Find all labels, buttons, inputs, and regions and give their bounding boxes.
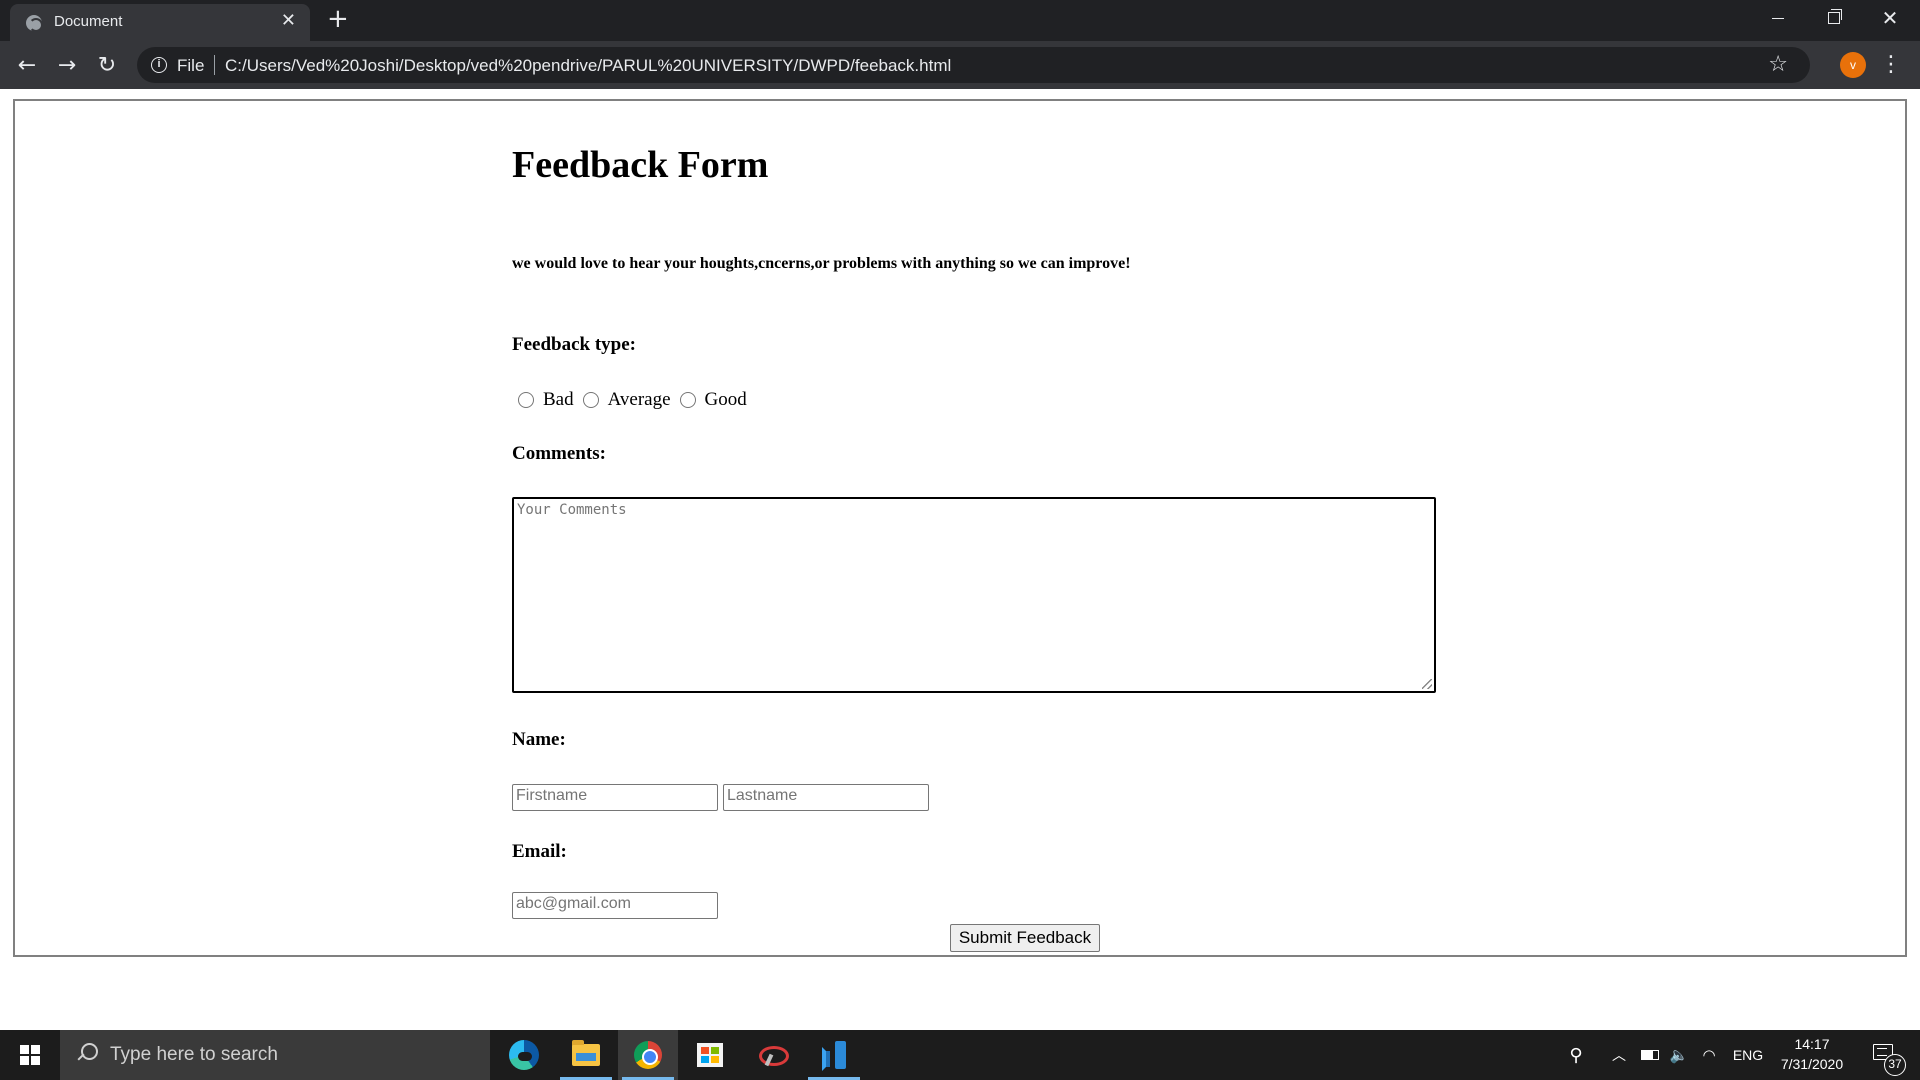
feedback-type-label: Feedback type: bbox=[512, 334, 637, 355]
comments-textarea[interactable]: Your Comments bbox=[512, 497, 1436, 693]
taskbar-file-explorer[interactable] bbox=[556, 1030, 616, 1080]
page-title: Feedback Form bbox=[512, 144, 769, 186]
edge-icon bbox=[509, 1040, 539, 1070]
microsoft-store-icon bbox=[697, 1043, 723, 1067]
notification-count-badge: 37 bbox=[1884, 1054, 1906, 1076]
taskbar-chrome[interactable] bbox=[618, 1030, 678, 1080]
tab-title: Document bbox=[54, 13, 123, 30]
page-border-frame: Feedback Form we would love to hear your… bbox=[13, 99, 1907, 957]
chrome-icon bbox=[634, 1041, 662, 1069]
start-button[interactable] bbox=[0, 1030, 60, 1080]
close-tab-icon[interactable]: ✕ bbox=[281, 11, 296, 31]
name-label: Name: bbox=[512, 729, 566, 750]
taskbar-search[interactable]: Type here to search bbox=[60, 1030, 490, 1080]
minimize-icon bbox=[1772, 17, 1784, 19]
radio-bad-label[interactable]: Bad bbox=[543, 389, 574, 411]
radio-good-label[interactable]: Good bbox=[705, 389, 747, 411]
vscode-icon bbox=[820, 1041, 848, 1069]
address-bar[interactable]: i File C:/Users/Ved%20Joshi/Desktop/ved%… bbox=[137, 47, 1810, 83]
windows-taskbar: Type here to search ⚲ ︿ 🔈 ◠ ENG 14:17 7/… bbox=[0, 1030, 1920, 1080]
feedback-type-options: Bad Average Good bbox=[518, 388, 756, 412]
restore-icon bbox=[1828, 9, 1842, 24]
star-icon[interactable]: ☆ bbox=[1768, 52, 1788, 77]
radio-bad[interactable] bbox=[518, 392, 534, 408]
browser-tab-strip: Document ✕ + ✕ bbox=[0, 0, 1920, 41]
reload-icon: ↻ bbox=[97, 52, 117, 78]
close-window-button[interactable]: ✕ bbox=[1862, 0, 1918, 36]
submit-feedback-button[interactable]: Submit Feedback bbox=[950, 924, 1100, 952]
back-icon: ← bbox=[17, 52, 37, 78]
firstname-input[interactable]: Firstname bbox=[512, 784, 718, 811]
email-label: Email: bbox=[512, 841, 567, 862]
comments-label: Comments: bbox=[512, 443, 606, 464]
close-icon: ✕ bbox=[1881, 6, 1899, 30]
address-url[interactable]: C:/Users/Ved%20Joshi/Desktop/ved%20pendr… bbox=[225, 56, 951, 76]
address-separator bbox=[214, 55, 215, 75]
taskbar-edge[interactable] bbox=[494, 1030, 554, 1080]
taskbar-microsoft-store[interactable] bbox=[680, 1030, 740, 1080]
clock-time: 14:17 bbox=[1794, 1036, 1830, 1052]
wifi-icon[interactable]: ◠ bbox=[1698, 1030, 1720, 1080]
reload-button[interactable]: ↻ bbox=[91, 49, 123, 81]
page-viewport: Feedback Form we would love to hear your… bbox=[0, 89, 1920, 1030]
action-center-button[interactable]: 37 bbox=[1862, 1030, 1920, 1080]
browser-toolbar: ← → ↻ i File C:/Users/Ved%20Joshi/Deskto… bbox=[0, 41, 1920, 89]
language-indicator[interactable]: ENG bbox=[1728, 1030, 1768, 1080]
resize-handle[interactable] bbox=[1422, 679, 1432, 689]
battery-icon[interactable] bbox=[1638, 1030, 1662, 1080]
globe-icon bbox=[26, 15, 43, 32]
menu-icon[interactable]: ⋮ bbox=[1880, 50, 1902, 80]
form-intro-text: we would love to hear your houghts,cncer… bbox=[512, 255, 1131, 272]
chevron-up-icon[interactable]: ︿ bbox=[1608, 1030, 1630, 1080]
radio-average-label[interactable]: Average bbox=[608, 389, 671, 411]
search-icon bbox=[76, 1043, 98, 1065]
file-explorer-icon bbox=[572, 1040, 600, 1066]
minimize-button[interactable] bbox=[1750, 0, 1806, 36]
taskbar-clock[interactable]: 14:17 7/31/2020 bbox=[1772, 1034, 1852, 1074]
email-input[interactable]: abc@gmail.com bbox=[512, 892, 718, 919]
comments-placeholder: Your Comments bbox=[517, 502, 627, 518]
people-icon[interactable]: ⚲ bbox=[1562, 1030, 1590, 1080]
radio-good[interactable] bbox=[679, 392, 696, 408]
restore-button[interactable] bbox=[1806, 0, 1862, 36]
windows-logo-icon bbox=[20, 1045, 40, 1065]
clock-date: 7/31/2020 bbox=[1780, 1056, 1844, 1072]
profile-avatar[interactable]: v bbox=[1840, 52, 1866, 78]
browser-tab[interactable]: Document ✕ bbox=[10, 4, 310, 41]
taskbar-snip-sketch[interactable] bbox=[742, 1030, 802, 1080]
search-placeholder: Type here to search bbox=[110, 1044, 278, 1065]
forward-icon: → bbox=[57, 52, 77, 78]
forward-button[interactable]: → bbox=[51, 49, 83, 81]
snip-sketch-icon bbox=[757, 1042, 789, 1068]
volume-icon[interactable]: 🔈 bbox=[1668, 1030, 1690, 1080]
info-icon[interactable]: i bbox=[151, 57, 167, 73]
back-button[interactable]: ← bbox=[11, 49, 43, 81]
new-tab-button[interactable]: + bbox=[327, 6, 349, 32]
radio-average[interactable] bbox=[582, 392, 599, 408]
taskbar-vscode[interactable] bbox=[804, 1030, 864, 1080]
lastname-input[interactable]: Lastname bbox=[723, 784, 929, 811]
address-scheme-label: File bbox=[177, 56, 205, 75]
